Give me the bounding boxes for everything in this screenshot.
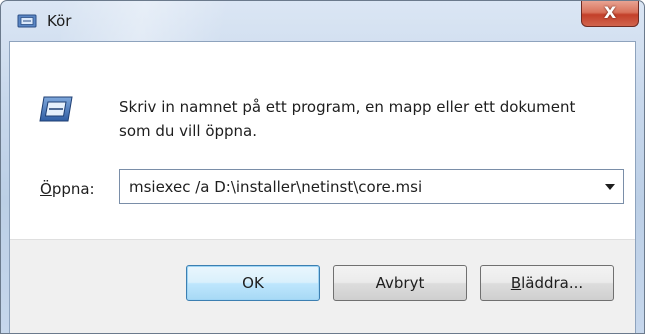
- browse-button[interactable]: Bläddra...: [480, 265, 614, 301]
- content-area: Skriv in namnet på ett program, en mapp …: [10, 42, 635, 239]
- open-combobox[interactable]: msiexec /a D:\installer\netinst\core.msi: [119, 169, 624, 204]
- open-input[interactable]: msiexec /a D:\installer\netinst\core.msi: [129, 178, 422, 196]
- browse-mnemonic: B: [510, 274, 522, 292]
- ok-button[interactable]: OK: [186, 265, 320, 301]
- open-label-mnemonic: Ö: [40, 180, 52, 198]
- run-icon: [39, 96, 73, 122]
- run-icon: [17, 14, 37, 28]
- open-label-rest: ppna:: [51, 180, 95, 198]
- close-icon: X: [603, 3, 617, 22]
- title-bar[interactable]: Kör X: [1, 1, 644, 35]
- chevron-down-icon[interactable]: [605, 184, 615, 190]
- description-line: som du vill öppna.: [119, 122, 258, 140]
- browse-label: läddra...: [521, 274, 584, 292]
- open-label: Öppna:: [40, 180, 95, 198]
- run-dialog: Kör X Skriv in namnet på ett program, en…: [0, 0, 645, 334]
- cancel-button[interactable]: Avbryt: [333, 265, 467, 301]
- window-title: Kör: [47, 12, 72, 30]
- description: Skriv in namnet på ett program, en mapp …: [119, 95, 619, 143]
- close-button[interactable]: X: [581, 1, 639, 27]
- description-line: Skriv in namnet på ett program, en mapp …: [119, 98, 576, 116]
